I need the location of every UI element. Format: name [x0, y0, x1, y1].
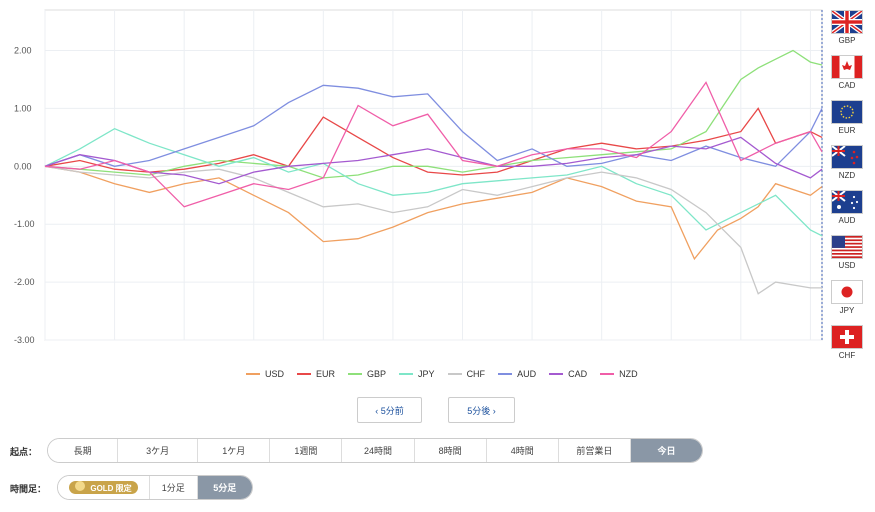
start-option[interactable]: 今日 — [630, 439, 702, 462]
gold-badge-label: GOLD 限定 — [90, 484, 132, 493]
flag-code: NZD — [838, 171, 856, 180]
x-tick-label: 14:00 — [521, 344, 544, 345]
chart-legend: USD EUR GBP JPY CHF AUD CAD NZD — [246, 369, 651, 379]
y-tick-label: -2.00 — [14, 277, 35, 287]
plot-area — [44, 9, 823, 341]
y-tick-label: -3.00 — [14, 335, 35, 345]
flag-code: GBP — [838, 36, 856, 45]
flag-code: JPY — [839, 306, 855, 315]
legend-swatch — [549, 373, 564, 375]
japan-flag-icon — [831, 280, 863, 304]
flag-item-chf[interactable]: CHF — [830, 325, 864, 370]
legend-item-usd[interactable]: USD — [246, 369, 284, 379]
x-tick-label: 11:00 — [312, 344, 334, 345]
legend-label: JPY — [418, 369, 435, 379]
legend-swatch — [399, 373, 414, 375]
x-tick-label: 16:00 — [660, 344, 683, 345]
next-5min-button[interactable]: 5分後 › — [448, 397, 515, 423]
flag-code: CAD — [838, 81, 856, 90]
start-point-label: 起点： — [10, 447, 38, 457]
x-tick-label: 13:00 — [451, 344, 474, 345]
gold-limited-badge[interactable]: GOLD 限定 — [58, 476, 151, 499]
flag-item-gbp[interactable]: GBP — [830, 10, 864, 55]
prev-5min-button[interactable]: ‹ 5分前 — [357, 397, 422, 423]
flag-code: USD — [838, 261, 856, 270]
start-option[interactable]: 1週間 — [270, 439, 343, 462]
legend-swatch — [447, 373, 462, 375]
legend-item-chf[interactable]: CHF — [447, 369, 486, 379]
start-option[interactable]: 24時間 — [342, 439, 415, 462]
start-point-selector: 長期 3ケ月 1ケ月 1週間 24時間 8時間 4時間 前営業日 今日 — [47, 438, 703, 463]
legend-label: USD — [265, 369, 285, 379]
start-option[interactable]: 1ケ月 — [198, 439, 271, 462]
y-tick-label: 2.00 — [14, 46, 32, 56]
y-tick-label: 0.00 — [14, 161, 32, 171]
x-tick-label: 7:00 — [36, 344, 54, 345]
legend-label: EUR — [316, 369, 336, 379]
flag-code: EUR — [838, 126, 856, 135]
legend-label: CAD — [568, 369, 588, 379]
legend-item-eur[interactable]: EUR — [297, 369, 335, 379]
legend-item-cad[interactable]: CAD — [549, 369, 587, 379]
legend-swatch — [348, 373, 363, 375]
x-tick-label: 10:00 — [242, 344, 265, 345]
x-tick-label: 15:00 — [590, 344, 613, 345]
strength-line-chart: 2.00 1.00 0.00 -1.00 -2.00 -3.007:00 8:00 9:00 1… — [14, 9, 823, 345]
legend-label: AUD — [517, 369, 537, 379]
flag-item-eur[interactable]: EUR — [830, 100, 864, 145]
flag-item-nzd[interactable]: NZD — [830, 145, 864, 190]
legend-swatch — [297, 373, 312, 375]
legend-swatch — [498, 373, 513, 375]
legend-label: GBP — [367, 369, 387, 379]
flag-item-jpy[interactable]: JPY — [830, 280, 864, 325]
legend-item-gbp[interactable]: GBP — [348, 369, 386, 379]
legend-item-jpy[interactable]: JPY — [399, 369, 435, 379]
start-option[interactable]: 3ケ月 — [118, 439, 199, 462]
flag-item-usd[interactable]: USD — [830, 235, 864, 280]
eu-flag-icon — [831, 100, 863, 124]
start-option[interactable]: 4時間 — [486, 439, 559, 462]
start-option[interactable]: 長期 — [48, 439, 119, 462]
y-tick-label: -1.00 — [14, 219, 35, 229]
interval-label: 時間足： — [10, 484, 47, 494]
gold-coin-icon — [75, 481, 86, 491]
currency-flag-list: GBP CAD EUR NZD AUD USD JPY CHF — [830, 10, 864, 370]
australia-flag-icon — [831, 190, 863, 214]
legend-item-nzd[interactable]: NZD — [600, 369, 638, 379]
legend-label: NZD — [619, 369, 638, 379]
flag-code: CHF — [838, 351, 856, 360]
switzerland-flag-icon — [831, 325, 863, 349]
uk-flag-icon — [831, 10, 863, 34]
flag-item-aud[interactable]: AUD — [830, 190, 864, 235]
x-tick-label: 18:00 — [799, 344, 822, 345]
flag-code: AUD — [838, 216, 856, 225]
new-zealand-flag-icon — [831, 145, 863, 169]
start-option[interactable]: 前営業日 — [558, 439, 631, 462]
legend-item-aud[interactable]: AUD — [498, 369, 536, 379]
x-tick-label: 17:00 — [730, 344, 753, 345]
canada-flag-icon — [831, 55, 863, 79]
x-tick-label: 12:00 — [382, 344, 405, 345]
x-tick-label: 8:00 — [106, 344, 124, 345]
legend-swatch — [246, 373, 260, 375]
legend-label: CHF — [466, 369, 486, 379]
flag-item-cad[interactable]: CAD — [830, 55, 864, 100]
legend-swatch — [600, 373, 615, 375]
y-tick-label: 1.00 — [14, 103, 32, 113]
start-option[interactable]: 8時間 — [414, 439, 487, 462]
x-tick-label: 9:00 — [175, 344, 193, 345]
interval-option[interactable]: 5分足 — [197, 476, 252, 499]
interval-option[interactable]: 1分足 — [150, 476, 198, 499]
usa-flag-icon — [831, 235, 863, 259]
interval-selector: GOLD 限定 1分足 5分足 — [57, 475, 253, 500]
